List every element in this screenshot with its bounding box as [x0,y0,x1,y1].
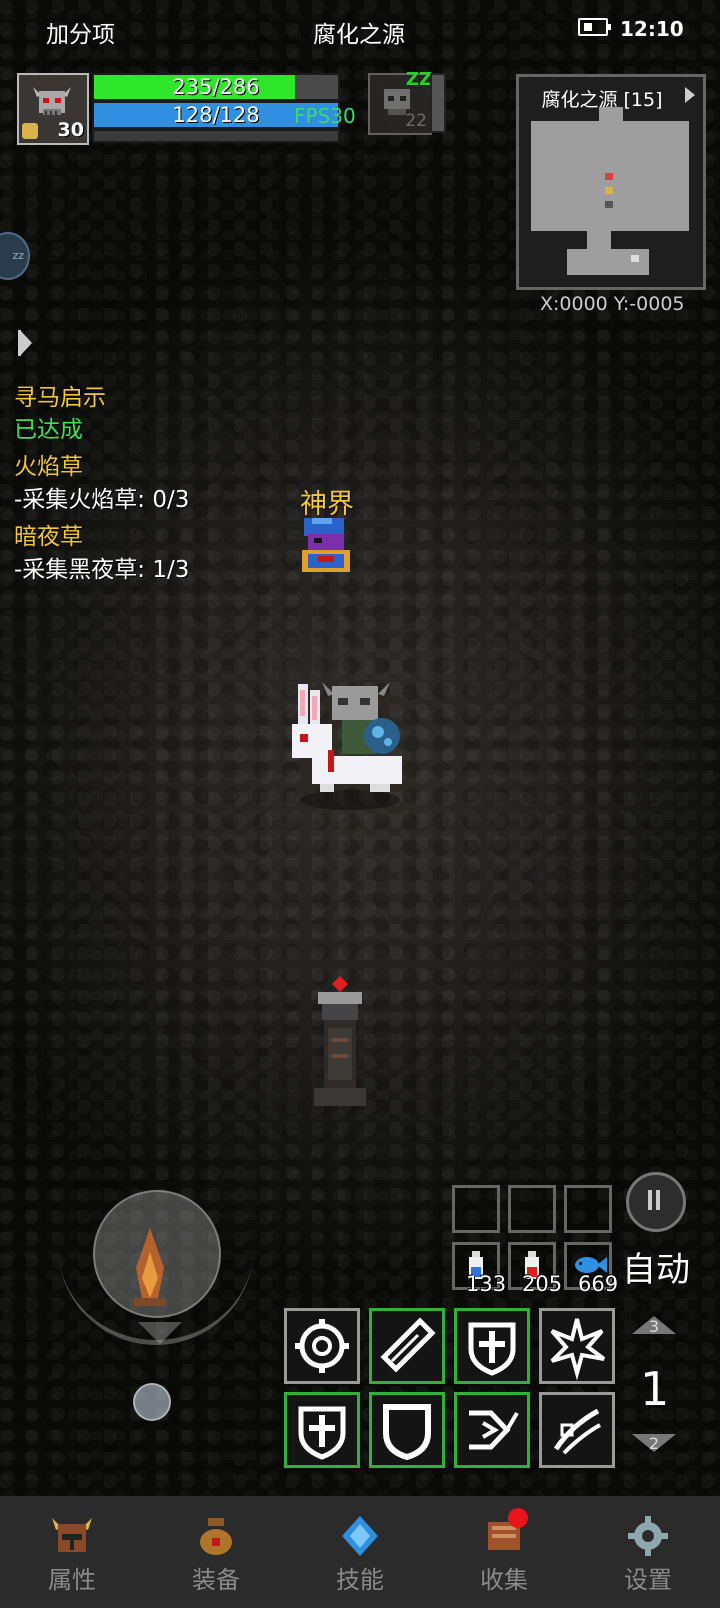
quest-detail: -采集黑夜草: 1/3 [14,557,190,583]
skill-button[interactable] [539,1308,615,1384]
bottom-nav: 属性 装备 技能 收集 设置 [0,1496,720,1608]
sleep-toggle-button[interactable]: zz [0,232,30,280]
slash-skill-icon [553,1408,601,1455]
nav-collection[interactable]: 收集 [432,1496,576,1608]
quest-title[interactable]: 火焰草 [14,447,83,481]
item-count: 669 [578,1272,619,1296]
player-portrait[interactable]: 30 [17,73,89,145]
quick-slot-empty[interactable] [564,1185,612,1233]
nav-label: 技能 [336,1566,384,1594]
skill-button[interactable] [454,1392,530,1468]
nav-label: 属性 [48,1566,96,1594]
item-count: 205 [522,1272,563,1296]
item-count: 133 [466,1272,507,1296]
quest-title[interactable]: 寻马启示 [14,378,106,412]
quest-detail: 已达成 [14,417,83,443]
nav-equipment[interactable]: 装备 [144,1496,288,1608]
skill-page-up-number: 3 [648,1317,660,1336]
bag-icon [200,1518,232,1555]
burst-skill-icon [550,1318,606,1381]
joystick-direction-arrow [138,1322,182,1344]
gear-icon [628,1516,668,1556]
quest-title[interactable]: 暗夜草 [14,517,83,551]
map-totem-marker [605,201,613,208]
fps-counter: FPS30 [294,104,356,128]
skull-helmet-icon [33,87,71,115]
skill-button[interactable] [284,1392,360,1468]
skill-button[interactable] [369,1308,445,1384]
status-bar-map-name: 腐化之源 [313,22,405,48]
pause-button[interactable] [626,1172,686,1232]
pet-level: 22 [405,111,427,131]
shield-cross-skill-icon [468,1322,516,1376]
nav-skills[interactable]: 技能 [288,1496,432,1608]
joystick-knob[interactable] [133,1383,171,1421]
status-bar-left-text: 加分项 [46,22,115,48]
player-on-rabbit-sprite [292,682,402,792]
status-bar-time: 12:10 [620,17,684,41]
player-coordinates: X:0000 Y:-0005 [540,293,685,315]
nav-label: 装备 [192,1566,240,1594]
skill-page-down-number: 2 [648,1434,660,1453]
skill-button[interactable] [539,1392,615,1468]
nav-label: 设置 [624,1566,672,1594]
pet-hp-bar [430,73,446,133]
skill-page-current: 1 [640,1362,670,1416]
hp-text: 235/286 [172,75,260,99]
class-badge-icon [22,123,38,139]
nav-label: 收集 [480,1566,528,1594]
quick-slot-empty[interactable] [508,1185,556,1233]
battery-icon [578,18,611,36]
minimap[interactable]: 腐化之源 [15] [516,74,706,290]
map-player-marker [605,187,613,194]
hp-bar: 235/286 [94,75,338,99]
dash-skill-icon [469,1410,519,1450]
map-npc-marker [605,173,613,180]
blade-skill-icon [380,1317,436,1373]
xp-bar [94,131,338,141]
quest-panel-toggle-icon[interactable] [20,330,32,356]
minimap-expand-icon[interactable] [685,87,695,103]
npc-merchant-sprite[interactable] [298,516,354,578]
skill-button[interactable] [454,1308,530,1384]
map-corridor [599,107,623,127]
pet-portrait[interactable]: ZZ 22 [368,69,432,135]
quick-slot-empty[interactable] [452,1185,500,1233]
player-level: 30 [57,119,84,141]
map-room [567,249,649,275]
quest-detail: -采集火焰草: 0/3 [14,487,190,513]
auto-battle-button[interactable]: 自动 [622,1242,690,1291]
shield-cross-skill-icon [298,1406,346,1460]
nav-settings[interactable]: 设置 [576,1496,720,1608]
pause-icon [648,1190,652,1210]
campfire-sprite [134,1228,166,1306]
skill-button[interactable] [369,1392,445,1468]
sleep-zz-icon: ZZ [405,69,432,90]
nav-attributes[interactable]: 属性 [0,1496,144,1608]
helmet-icon [52,1518,92,1552]
crystal-icon [342,1516,378,1556]
gear-skill-icon [295,1319,349,1373]
totem-pillar[interactable] [310,972,370,1110]
shield-skill-icon [383,1404,431,1461]
notification-dot [508,1508,528,1528]
skill-button[interactable] [284,1308,360,1384]
map-exit-marker [631,255,639,262]
